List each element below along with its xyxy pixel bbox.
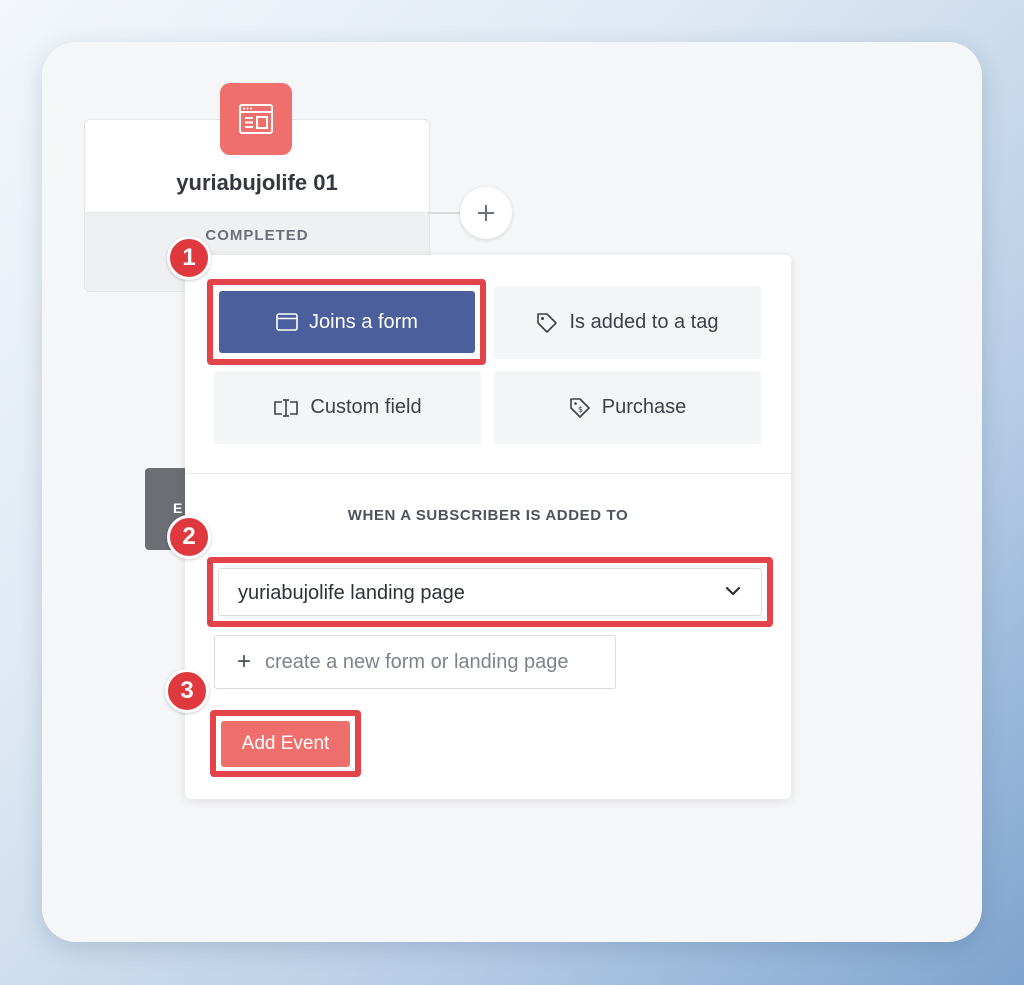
- svg-text:$: $: [578, 405, 583, 414]
- trigger-label: Purchase: [601, 396, 687, 418]
- trigger-label: Joins a form: [309, 310, 418, 333]
- panel-divider: [185, 473, 791, 474]
- trigger-purchase[interactable]: $ Purchase: [494, 371, 761, 444]
- price-tag-icon: $: [569, 397, 590, 418]
- node-connector: [428, 212, 464, 214]
- trigger-joins-a-form[interactable]: Joins a form: [219, 291, 475, 353]
- add-event-button[interactable]: Add Event: [221, 721, 350, 767]
- node-status: COMPLETED: [205, 227, 309, 244]
- form-select[interactable]: yuriabujolife landing page: [218, 568, 762, 616]
- trigger-is-added-to-a-tag[interactable]: Is added to a tag: [494, 286, 761, 359]
- form-window-icon: [220, 83, 292, 155]
- node-title: yuriabujolife 01: [176, 170, 338, 195]
- create-form-button[interactable]: + create a new form or landing page: [214, 635, 616, 689]
- plus-icon: [478, 205, 494, 221]
- step-marker-2: 2: [167, 515, 211, 559]
- trigger-label: Is added to a tag: [569, 311, 719, 333]
- tag-icon: [537, 312, 558, 333]
- add-step-button[interactable]: [460, 187, 512, 239]
- section-label: WHEN A SUBSCRIBER IS ADDED TO: [347, 507, 629, 524]
- plus-icon: +: [237, 648, 252, 675]
- add-event-label: Add Event: [241, 733, 330, 754]
- trigger-custom-field[interactable]: Custom field: [214, 371, 481, 444]
- trigger-label: Custom field: [310, 396, 422, 418]
- chevron-down-icon: [725, 586, 741, 596]
- hidden-node-label: E: [173, 500, 183, 516]
- step-marker-3: 3: [165, 669, 209, 713]
- step-marker-1: 1: [167, 236, 211, 280]
- form-window-icon: [276, 313, 298, 331]
- selected-form: yuriabujolife landing page: [238, 582, 465, 604]
- text-cursor-icon: [274, 398, 299, 417]
- create-form-label: create a new form or landing page: [265, 650, 569, 673]
